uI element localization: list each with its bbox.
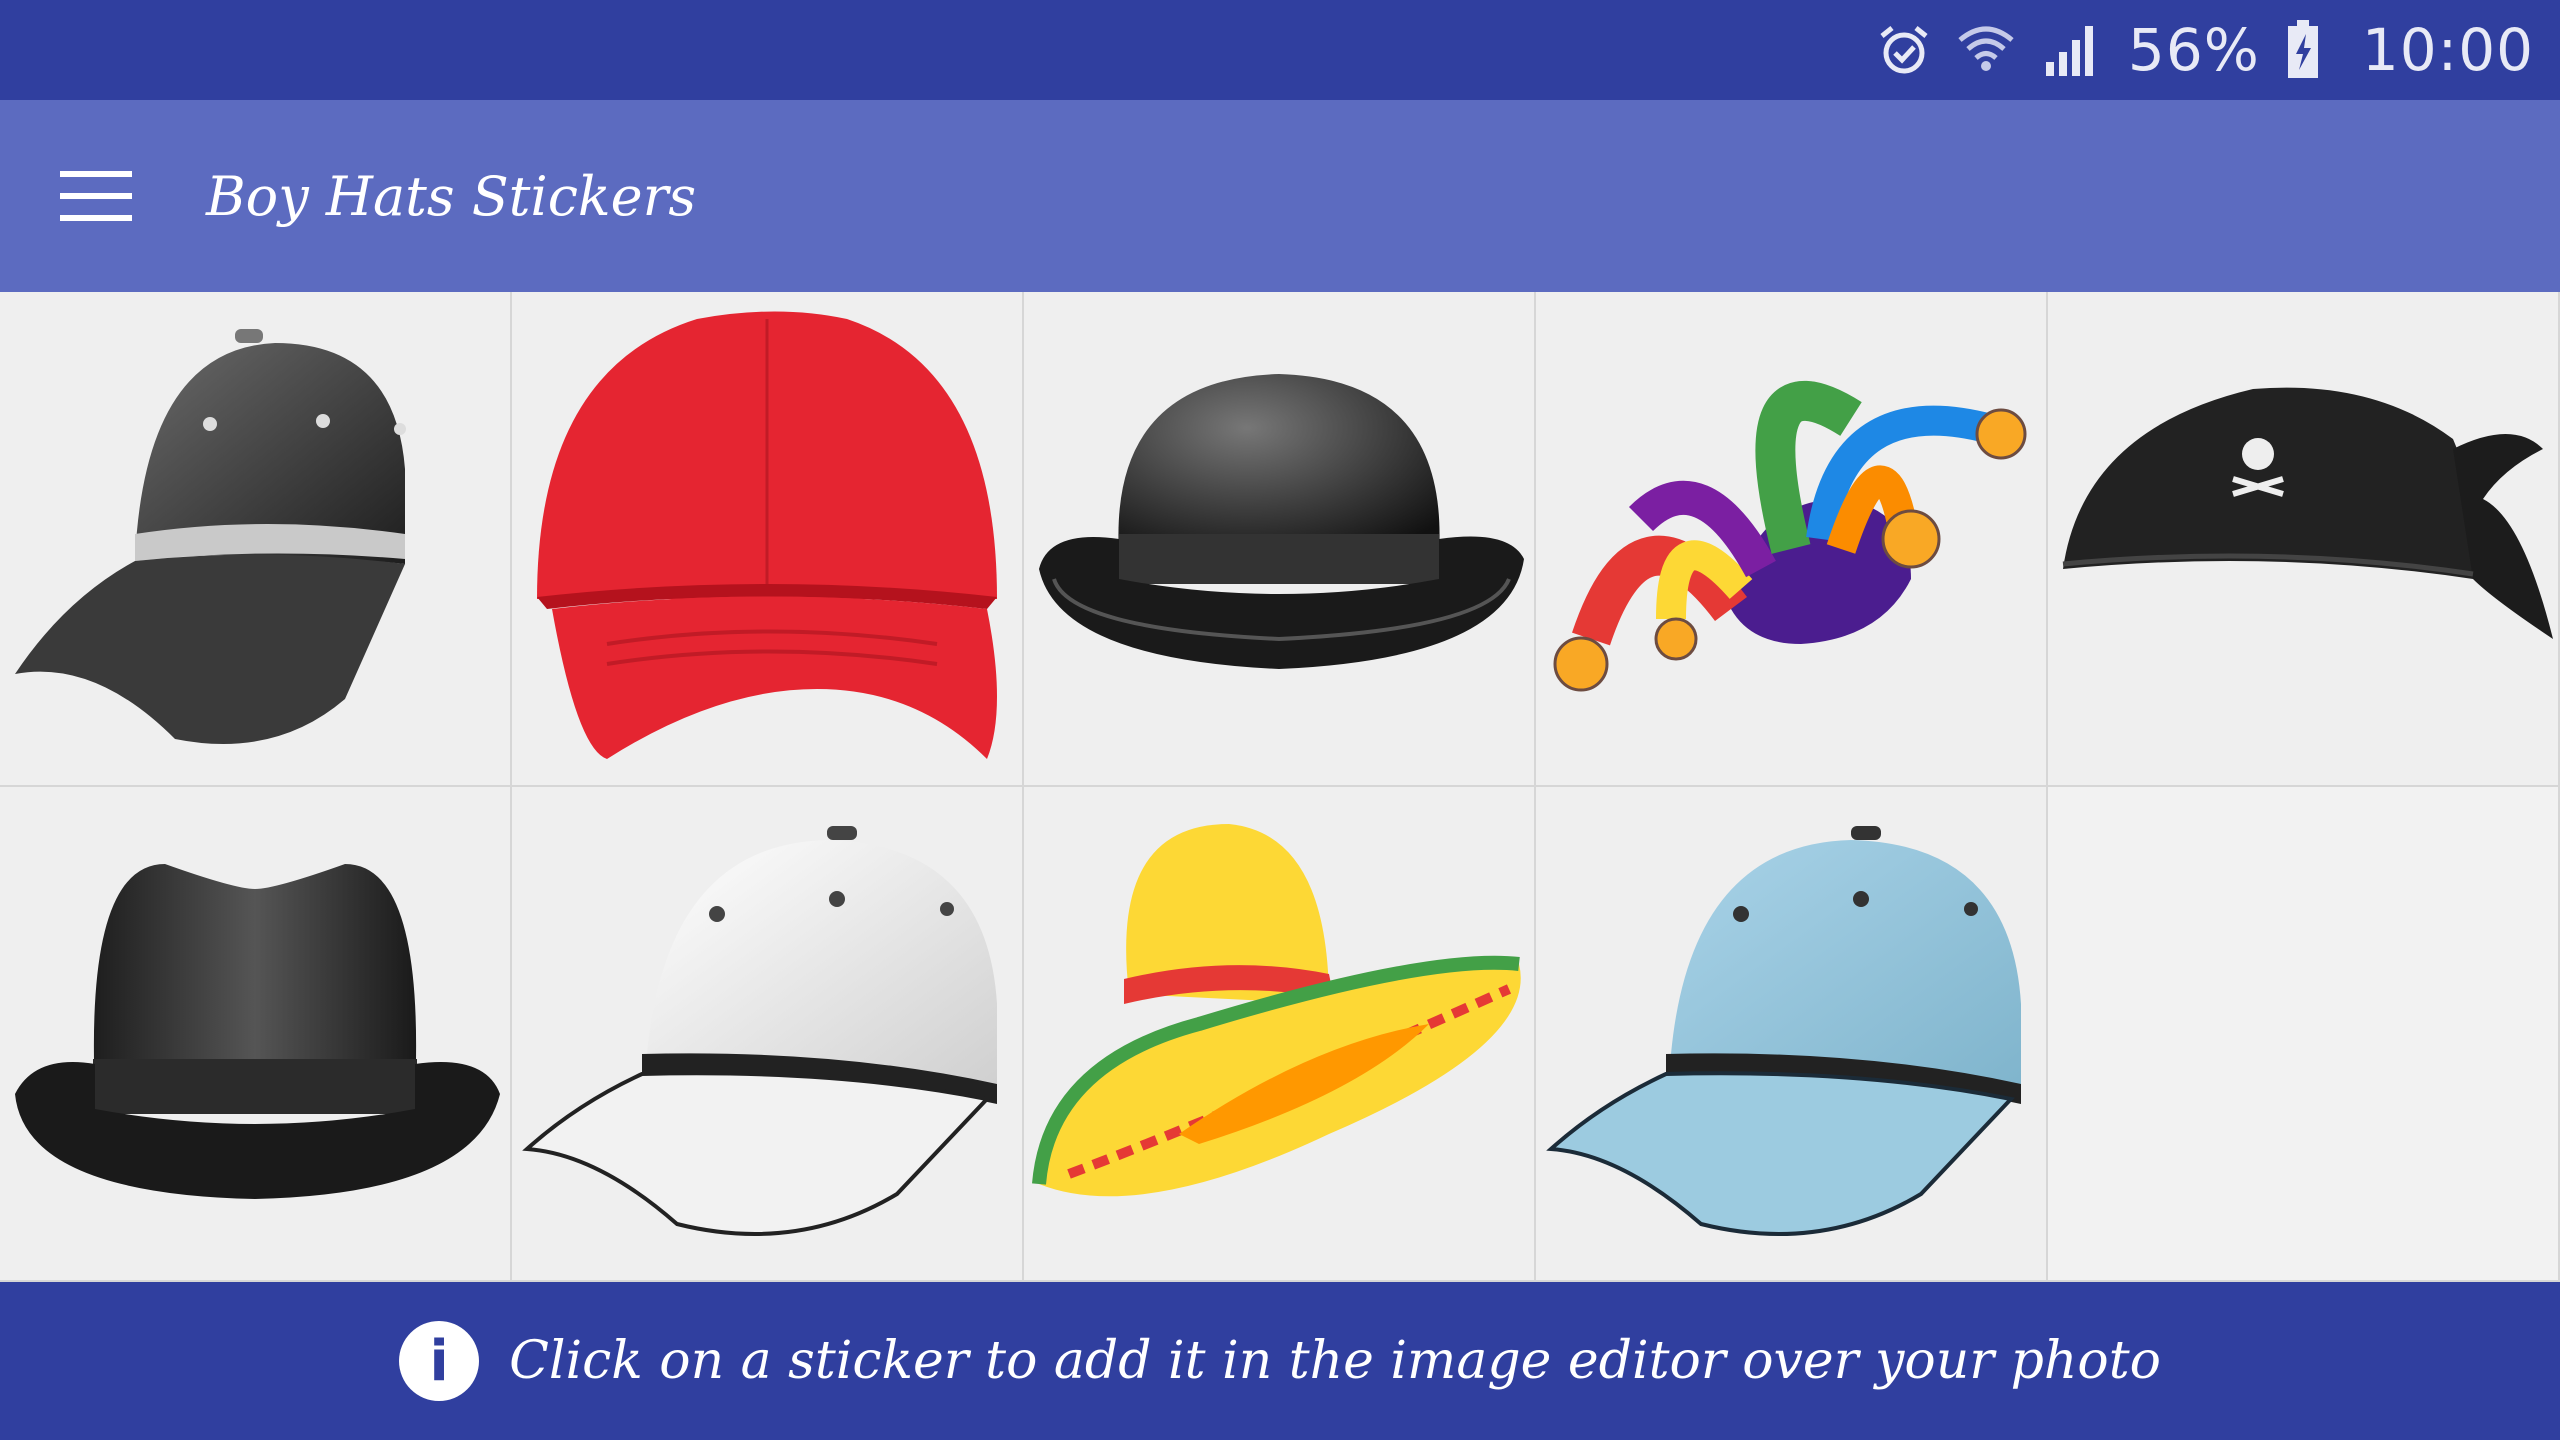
hint-text: Click on a sticker to add it in the imag…: [509, 1331, 2161, 1391]
black-fedora-hat-icon: [15, 863, 500, 1199]
clock: 10:00: [2361, 16, 2534, 84]
jester-hat-icon: [1553, 380, 2027, 691]
red-baseball-cap-icon: [537, 311, 997, 759]
battery-percent: 56%: [2127, 16, 2260, 84]
black-bowler-hat-icon: [1039, 373, 1524, 669]
black-baseball-cap-icon: [15, 328, 406, 744]
hint-banner: i Click on a sticker to add it in the im…: [0, 1282, 2560, 1440]
sticker-red-baseball-cap[interactable]: [512, 292, 1024, 787]
app-title: Boy Hats Stickers: [206, 164, 697, 228]
sticker-black-baseball-cap[interactable]: [0, 292, 512, 787]
sticker-sombrero-hat[interactable]: [1024, 787, 1536, 1282]
light-blue-baseball-cap-icon: [1546, 825, 2021, 1236]
info-icon: i: [399, 1321, 480, 1401]
sticker-grid: [0, 292, 2560, 1282]
sticker-light-blue-baseball-cap[interactable]: [1536, 787, 2048, 1282]
alarm-icon: [1880, 26, 1928, 74]
signal-icon: [2045, 26, 2093, 76]
empty-grid-cell: [2048, 787, 2560, 1282]
sticker-black-fedora-hat[interactable]: [0, 787, 512, 1282]
sticker-white-baseball-cap[interactable]: [512, 787, 1024, 1282]
pirate-hat-icon: [2062, 387, 2553, 639]
app-bar: Boy Hats Stickers: [0, 100, 2560, 292]
battery-charging-icon: [2287, 20, 2318, 78]
info-symbol: i: [429, 1328, 449, 1394]
status-bar: 56% 10:00: [0, 0, 2560, 100]
sombrero-hat-icon: [1032, 823, 1521, 1196]
menu-button[interactable]: [46, 146, 146, 246]
sticker-black-bowler-hat[interactable]: [1024, 292, 1536, 787]
sticker-jester-hat[interactable]: [1536, 292, 2048, 787]
white-baseball-cap-icon: [522, 825, 997, 1236]
hamburger-menu-icon: [60, 171, 132, 221]
wifi-icon: [1958, 26, 2014, 71]
sticker-pirate-hat[interactable]: [2048, 292, 2560, 787]
